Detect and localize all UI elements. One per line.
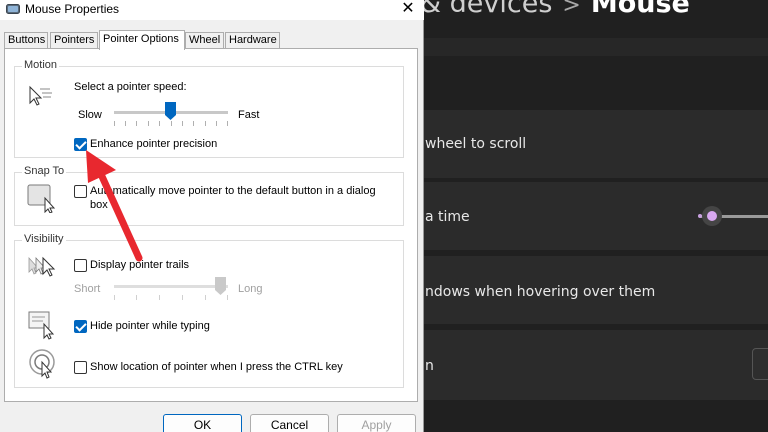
title-bar[interactable]: Mouse Properties ✕	[0, 0, 424, 20]
snap-to-icon	[27, 184, 56, 213]
snap-to-label-line2[interactable]: box	[90, 199, 108, 211]
show-location-label[interactable]: Show location of pointer when I press th…	[90, 361, 343, 373]
hide-pointer-checkbox[interactable]	[74, 320, 87, 333]
pointer-trails-ticks	[114, 295, 228, 301]
snap-to-group-label: Snap To	[22, 165, 67, 177]
snap-to-checkbox[interactable]	[74, 185, 87, 198]
pointer-speed-label: Select a pointer speed:	[74, 81, 187, 93]
lines-slider-thumb[interactable]	[702, 206, 722, 226]
enhance-precision-label[interactable]: Enhance pointer precision	[90, 138, 217, 150]
slow-label: Slow	[78, 109, 102, 121]
enhance-precision-checkbox[interactable]	[74, 138, 87, 151]
tab-hardware-label: Hardware	[229, 34, 277, 46]
cancel-button[interactable]: Cancel	[250, 414, 329, 432]
hide-pointer-icon	[28, 311, 55, 340]
tab-pointer-options-label: Pointer Options	[103, 33, 179, 45]
apply-button[interactable]: Apply	[337, 414, 416, 432]
motion-group-label: Motion	[22, 59, 60, 71]
breadcrumb-separator: >	[562, 0, 581, 18]
settings-row-scroll-label: wheel to scroll	[425, 136, 527, 152]
tab-hardware[interactable]: Hardware	[225, 32, 280, 49]
settings-row-inactive-scroll-label: ndows when hovering over them	[425, 284, 656, 300]
pointer-speed-ticks	[114, 121, 228, 127]
tab-buttons-label: Buttons	[8, 34, 46, 46]
tab-pointers-label: Pointers	[54, 34, 95, 46]
pointer-trails-checkbox[interactable]	[74, 259, 87, 272]
tab-wheel-label: Wheel	[189, 34, 221, 46]
pointer-trails-icon	[28, 256, 56, 277]
settings-row-more[interactable]: n	[405, 330, 768, 400]
page-title: Mouse	[590, 0, 690, 19]
pointer-trails-thumb[interactable]	[214, 277, 226, 295]
dialog-title: Mouse Properties	[25, 2, 120, 16]
snap-to-group	[14, 172, 404, 226]
settings-row-scroll[interactable]: wheel to scroll	[405, 110, 768, 178]
ok-button[interactable]: OK	[163, 414, 242, 432]
visibility-group-label: Visibility	[22, 233, 66, 245]
settings-row-inactive-scroll[interactable]: ndows when hovering over them	[405, 256, 768, 324]
close-icon[interactable]: ✕	[398, 0, 418, 18]
settings-row-more-button[interactable]	[752, 348, 768, 380]
tab-pointers[interactable]: Pointers	[50, 32, 98, 49]
settings-row-more-label: n	[425, 358, 434, 374]
tab-bar: Buttons Pointers Pointer Options Wheel H…	[4, 30, 424, 50]
fast-label: Fast	[238, 109, 260, 121]
show-location-checkbox[interactable]	[74, 361, 87, 374]
mouse-app-icon	[6, 4, 20, 14]
hide-pointer-label[interactable]: Hide pointer while typing	[90, 320, 210, 332]
breadcrumb-parent[interactable]: & devices	[420, 0, 552, 19]
pointer-trails-track[interactable]	[114, 285, 228, 288]
tab-pointer-options[interactable]: Pointer Options	[99, 30, 185, 50]
breadcrumb: & devices > Mouse	[420, 0, 690, 19]
show-location-icon	[29, 349, 55, 379]
pointer-speed-icon	[29, 85, 52, 106]
tab-wheel[interactable]: Wheel	[185, 32, 224, 49]
mouse-properties-dialog: Mouse Properties ✕ Buttons Pointers Poin…	[0, 0, 424, 432]
settings-divider-strip	[405, 38, 768, 56]
pointer-speed-thumb[interactable]	[164, 102, 176, 120]
pointer-trails-label[interactable]: Display pointer trails	[90, 259, 189, 271]
snap-to-label-line1[interactable]: Automatically move pointer to the defaul…	[90, 185, 376, 197]
long-label: Long	[238, 283, 263, 295]
short-label: Short	[74, 283, 101, 295]
settings-row-lines-label: a time	[425, 209, 470, 225]
tab-buttons[interactable]: Buttons	[4, 32, 48, 49]
